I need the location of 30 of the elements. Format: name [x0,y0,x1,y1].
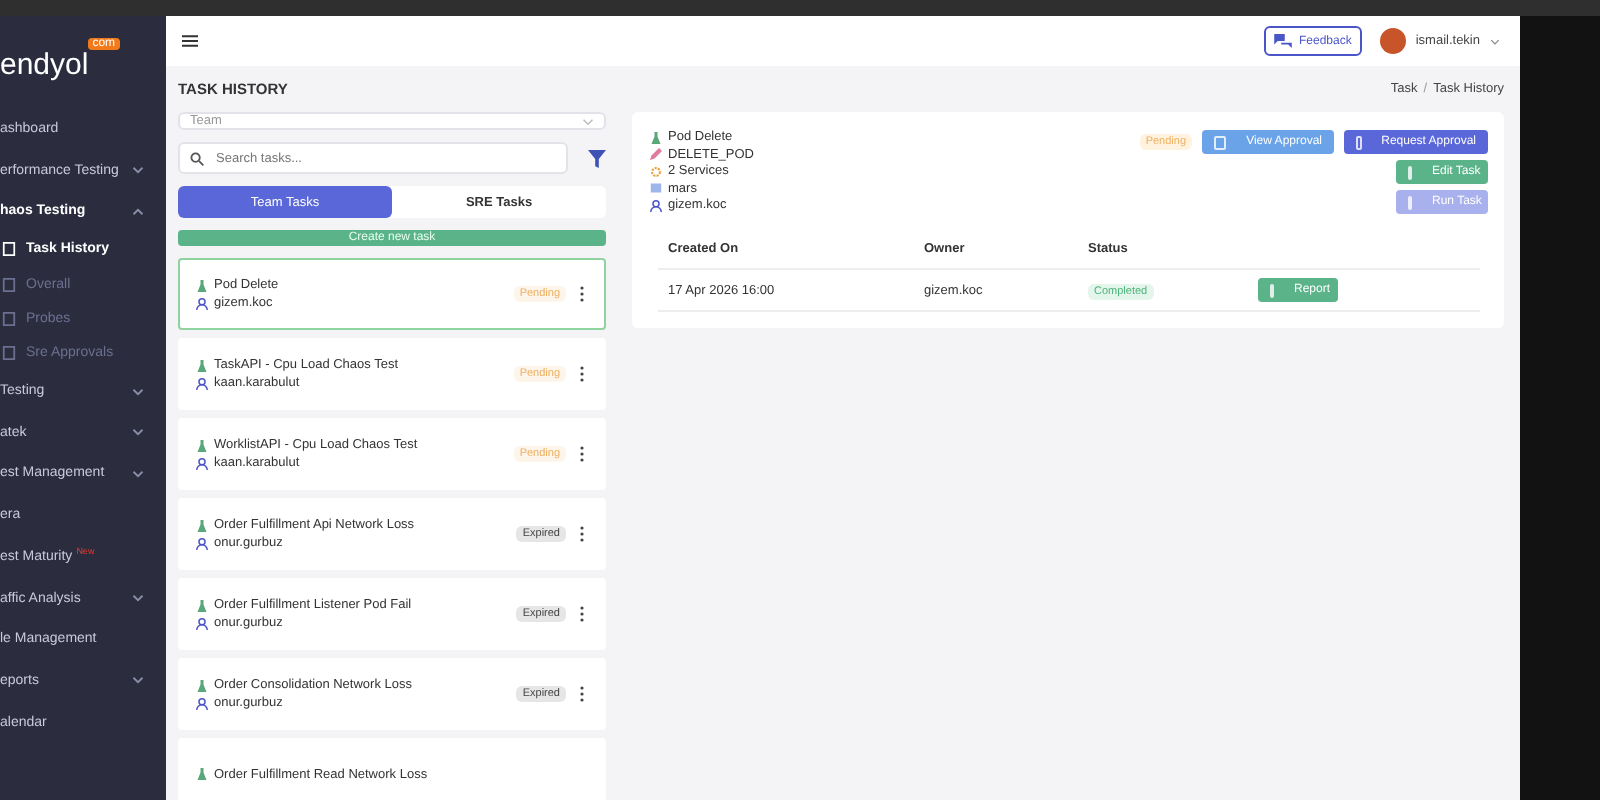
flask-icon [196,679,208,691]
gear-icon [650,165,662,177]
logo: endyol [0,48,89,84]
server-icon [650,182,662,194]
chevron-icon [1490,37,1500,45]
chat-icon [1274,34,1293,48]
flask-icon [196,768,208,780]
document-icon [2,242,16,257]
chevron-icon [582,117,594,125]
search-icon [190,151,204,165]
document-icon [2,346,16,361]
flask-icon [196,599,208,611]
flask-icon [196,279,208,291]
user-icon [196,377,208,389]
document-icon [2,277,16,291]
document-icon [2,311,16,326]
user-icon [196,297,208,309]
flask-icon [196,359,208,371]
user-icon [196,617,208,629]
flask-icon [650,131,662,143]
pencil-icon [650,148,662,160]
avatar[interactable] [1379,28,1406,54]
menu-icon[interactable] [182,34,198,48]
user-icon [650,199,662,211]
filter-icon[interactable] [588,149,606,167]
user-icon [196,697,208,709]
user-icon [196,457,208,469]
flask-icon [196,519,208,531]
user-icon [196,537,208,549]
flask-icon [196,439,208,451]
